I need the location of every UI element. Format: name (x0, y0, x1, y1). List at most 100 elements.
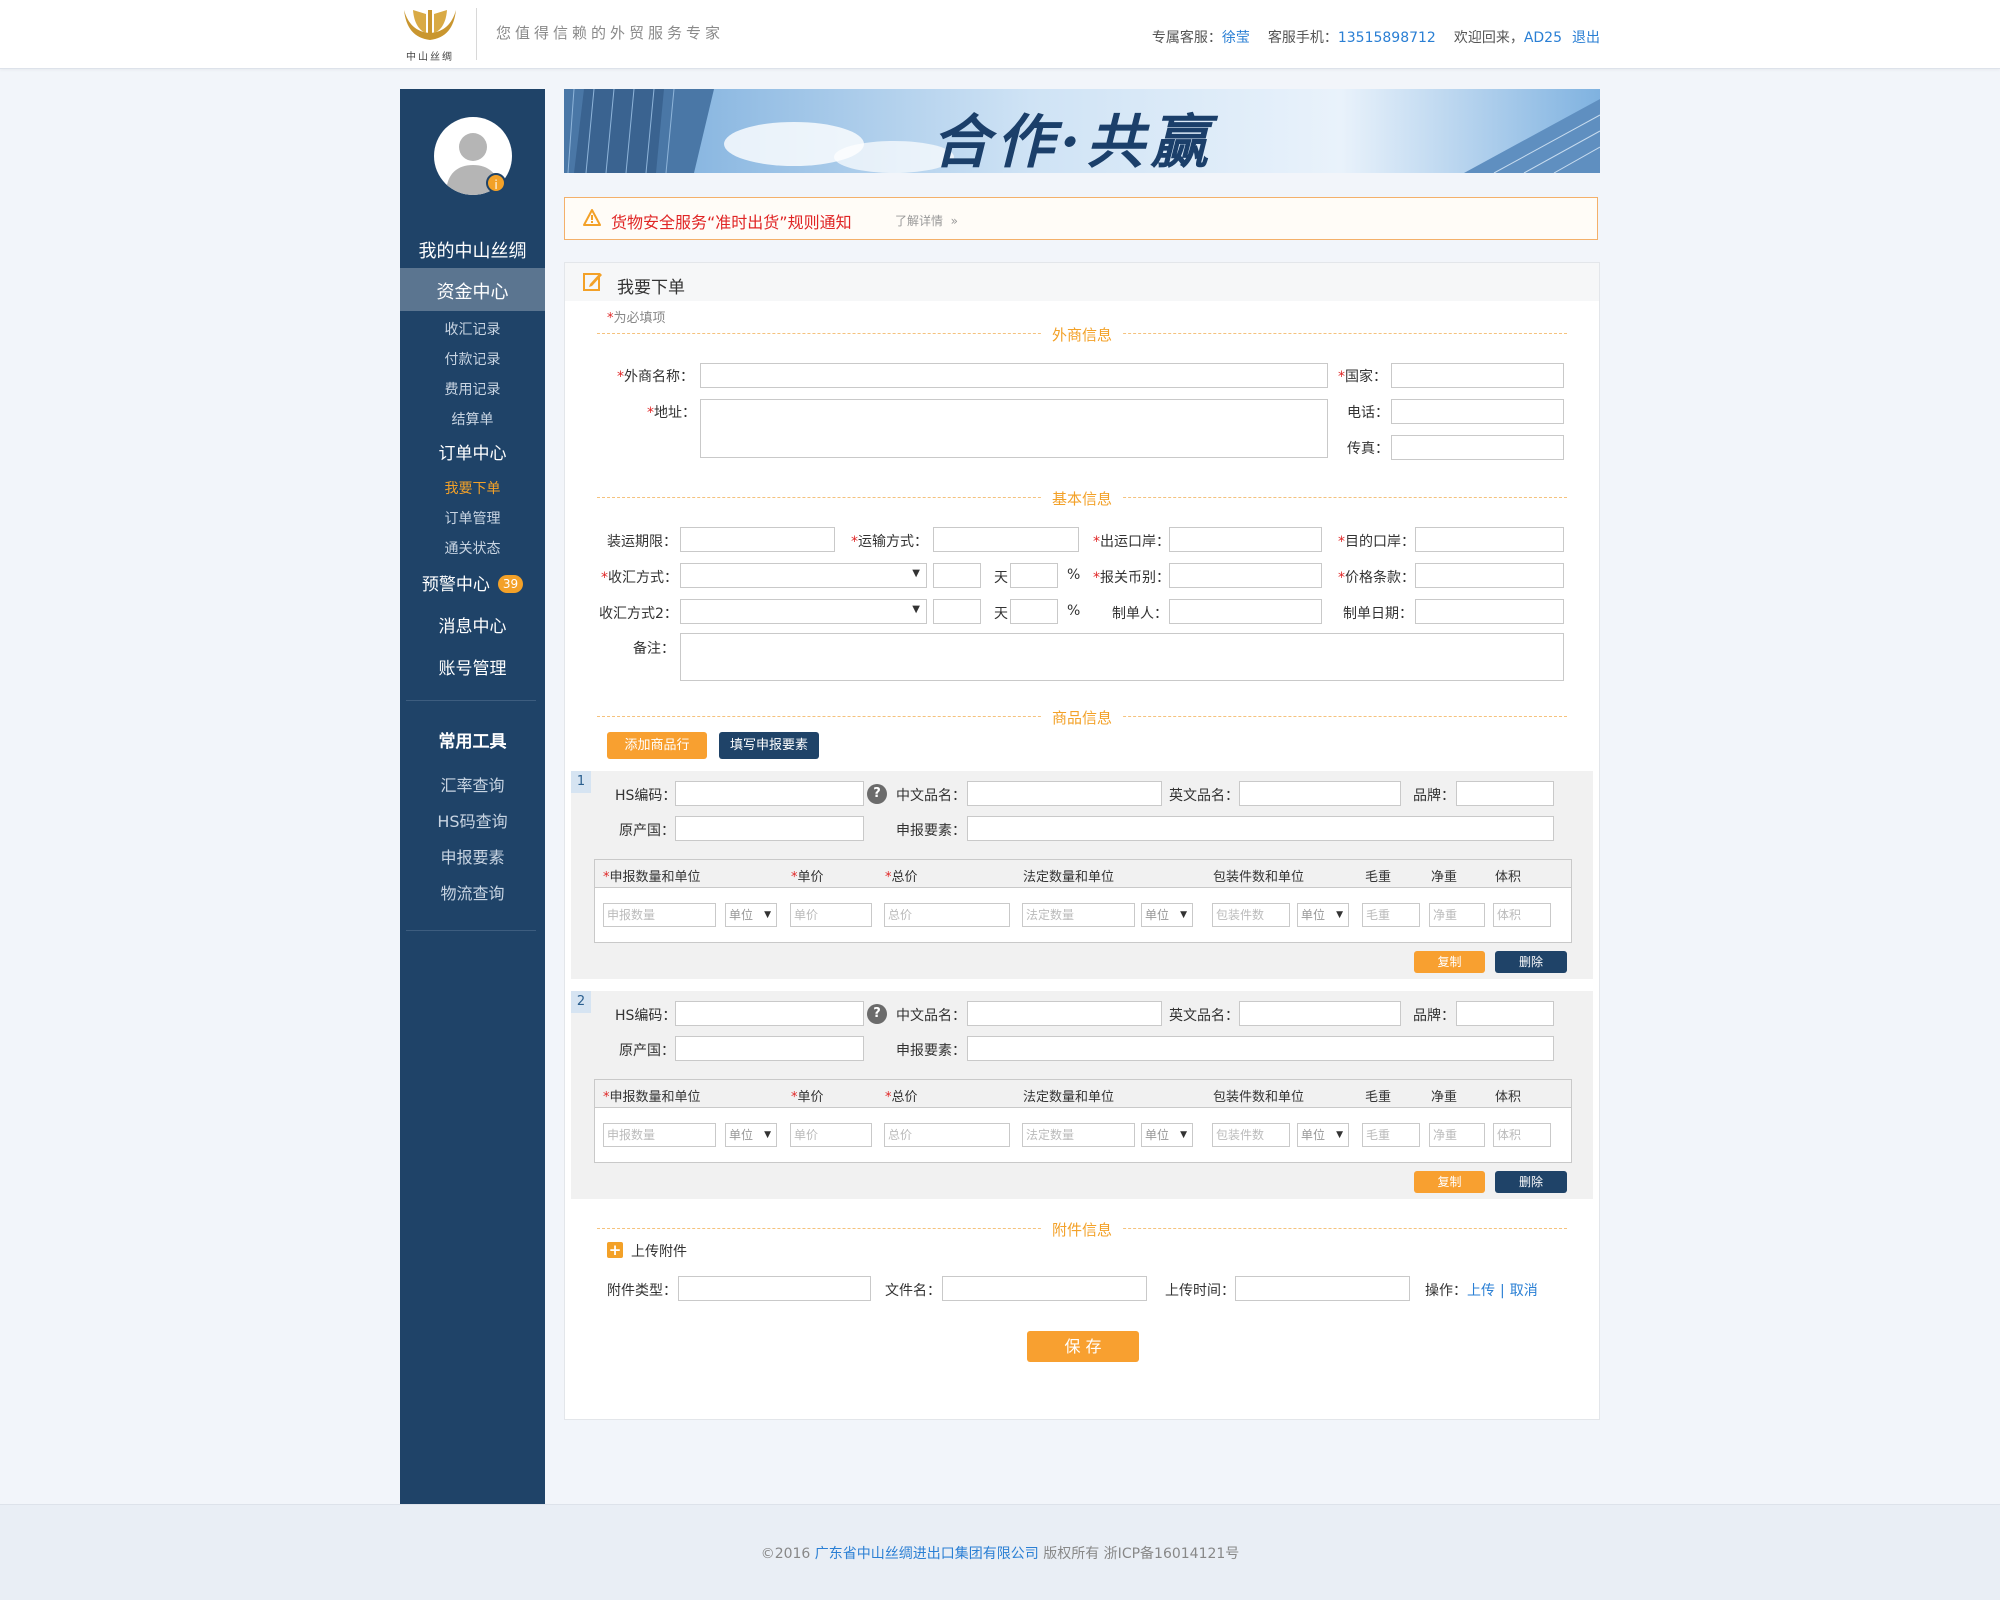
sidebar-item-place-order[interactable]: 我要下单 (400, 478, 545, 498)
sidebar-item-hs-code[interactable]: HS码查询 (400, 808, 545, 832)
legal-unit-select[interactable]: 单位 ▼ (1141, 1123, 1193, 1147)
filename-input[interactable] (942, 1276, 1147, 1301)
sidebar-alert[interactable]: 预警中心 39 (400, 570, 545, 595)
cn-name-input[interactable] (967, 1001, 1162, 1026)
unit-select[interactable]: 单位 ▼ (725, 903, 777, 927)
service-name-link[interactable]: 徐莹 (1222, 30, 1250, 46)
sidebar-order[interactable]: 订单中心 (400, 439, 545, 464)
deadline-input[interactable] (680, 527, 835, 552)
sidebar-message[interactable]: 消息中心 (400, 612, 545, 637)
net-input[interactable]: 净重 (1429, 1123, 1485, 1147)
en-name-input[interactable] (1239, 781, 1401, 806)
unit-price-input[interactable]: 单价 (790, 903, 872, 927)
brand-input[interactable] (1456, 781, 1554, 806)
volume-input[interactable]: 体积 (1493, 903, 1551, 927)
payment2-select[interactable]: ▼ (680, 599, 927, 624)
cancel-link[interactable]: 取消 (1510, 1283, 1538, 1299)
hs-code-input[interactable] (675, 1001, 864, 1026)
net-input[interactable]: 净重 (1429, 903, 1485, 927)
notice-text[interactable]: 货物安全服务“准时出货”规则通知 (611, 209, 852, 233)
notice-more-link[interactable]: 了解详情 » (895, 212, 958, 229)
unit-select[interactable]: 单位 ▼ (725, 1123, 777, 1147)
currency-input[interactable] (1169, 563, 1322, 588)
transport-input[interactable] (933, 527, 1079, 552)
remark-input[interactable] (680, 633, 1564, 681)
delete-button[interactable]: 删除 (1495, 951, 1567, 973)
sidebar-item-fund-4[interactable]: 结算单 (400, 409, 545, 429)
port-out-input[interactable] (1169, 527, 1322, 552)
legal-qty-input[interactable]: 法定数量 (1022, 1123, 1135, 1147)
port-dest-label: *目的口岸： (1338, 534, 1415, 550)
delete-button[interactable]: 删除 (1495, 1171, 1567, 1193)
payment2-percent-input[interactable] (1010, 599, 1058, 624)
upload-link[interactable]: 上传 (1467, 1283, 1495, 1299)
brand-input[interactable] (1456, 1001, 1554, 1026)
total-input[interactable]: 总价 (884, 903, 1010, 927)
legal-unit-select[interactable]: 单位 ▼ (1141, 903, 1193, 927)
copy-button[interactable]: 复制 (1414, 951, 1485, 973)
legal-qty-input[interactable]: 法定数量 (1022, 903, 1135, 927)
help-icon[interactable]: ? (867, 1004, 887, 1024)
payment2-label: 收汇方式2： (599, 606, 678, 622)
volume-input[interactable]: 体积 (1493, 1123, 1551, 1147)
upload-attach-label[interactable]: 上传附件 (631, 1241, 687, 1261)
save-button[interactable]: 保 存 (1027, 1331, 1139, 1362)
sidebar-fund[interactable]: 资金中心 (400, 278, 545, 304)
banner[interactable]: 合作·共赢 (564, 89, 1600, 173)
sidebar-item-fund-3[interactable]: 费用记录 (400, 379, 545, 399)
pkg-unit-select[interactable]: 单位 ▼ (1297, 903, 1349, 927)
company-logo[interactable]: 中山丝绸 (400, 6, 460, 64)
help-icon[interactable]: ? (867, 784, 887, 804)
fax-input[interactable] (1391, 435, 1564, 460)
qty-input[interactable]: 申报数量 (603, 903, 716, 927)
sidebar-item-logistics[interactable]: 物流查询 (400, 880, 545, 904)
port-dest-input[interactable] (1415, 527, 1564, 552)
payment-days-input[interactable] (933, 563, 981, 588)
gross-input[interactable]: 毛重 (1362, 903, 1420, 927)
add-goods-row-button[interactable]: 添加商品行 (607, 732, 707, 759)
total-input[interactable]: 总价 (884, 1123, 1010, 1147)
payment-percent-input[interactable] (1010, 563, 1058, 588)
sidebar-item-declare-elements[interactable]: 申报要素 (400, 844, 545, 868)
username-link[interactable]: AD25 (1524, 30, 1562, 46)
price-term-input[interactable] (1415, 563, 1564, 588)
country-input[interactable] (1391, 363, 1564, 388)
fill-elements-button[interactable]: 填写申报要素 (719, 732, 819, 759)
payment2-days-input[interactable] (933, 599, 981, 624)
elements-input[interactable] (967, 816, 1554, 841)
copy-button[interactable]: 复制 (1414, 1171, 1485, 1193)
gross-input[interactable]: 毛重 (1362, 1123, 1420, 1147)
sidebar-item-customs-status[interactable]: 通关状态 (400, 538, 545, 558)
payment-select[interactable]: ▼ (680, 563, 927, 588)
phone-input[interactable] (1391, 399, 1564, 424)
hs-code-input[interactable] (675, 781, 864, 806)
origin-input[interactable] (675, 816, 864, 841)
notice-bar[interactable]: 货物安全服务“准时出货”规则通知 了解详情 » (564, 197, 1598, 240)
foreign-name-text: 外商名称： (624, 369, 694, 385)
sidebar-item-fund-2[interactable]: 付款记录 (400, 349, 545, 369)
logout-link[interactable]: 退出 (1572, 30, 1600, 46)
sidebar-account[interactable]: 账号管理 (400, 654, 545, 679)
maker-input[interactable] (1169, 599, 1322, 624)
sidebar-item-order-manage[interactable]: 订单管理 (400, 508, 545, 528)
sidebar-item-exchange-rate[interactable]: 汇率查询 (400, 772, 545, 796)
cn-name-input[interactable] (967, 781, 1162, 806)
unit-price-input[interactable]: 单价 (790, 1123, 872, 1147)
foreign-name-input[interactable] (700, 363, 1328, 388)
make-date-input[interactable] (1415, 599, 1564, 624)
company-link[interactable]: 广东省中山丝绸进出口集团有限公司 (815, 1546, 1039, 1562)
address-input[interactable] (700, 399, 1328, 458)
elements-input[interactable] (967, 1036, 1554, 1061)
plus-icon[interactable]: + (607, 1242, 623, 1258)
pkg-input[interactable]: 包装件数 (1212, 1123, 1290, 1147)
origin-input[interactable] (675, 1036, 864, 1061)
pkg-unit-select[interactable]: 单位 ▼ (1297, 1123, 1349, 1147)
attach-type-input[interactable] (678, 1276, 871, 1301)
sidebar-my[interactable]: 我的中山丝绸 (400, 237, 545, 263)
en-name-input[interactable] (1239, 1001, 1401, 1026)
pkg-input[interactable]: 包装件数 (1212, 903, 1290, 927)
qty-input[interactable]: 申报数量 (603, 1123, 716, 1147)
info-badge-icon[interactable]: i (486, 173, 506, 193)
sidebar-item-fund-1[interactable]: 收汇记录 (400, 319, 545, 339)
upload-time-input[interactable] (1235, 1276, 1410, 1301)
